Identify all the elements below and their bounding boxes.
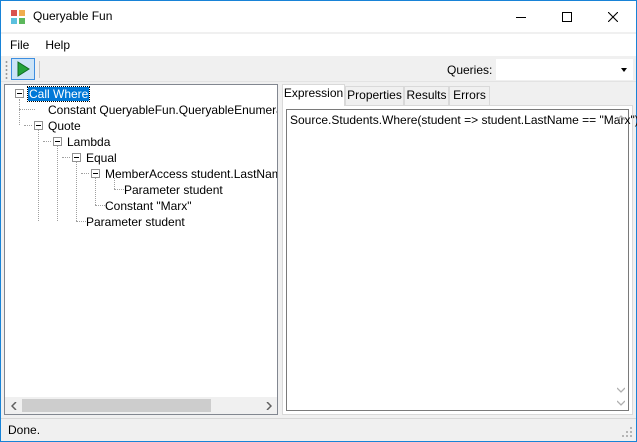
chevron-down-icon[interactable]: [621, 68, 627, 72]
tree-connector: [95, 178, 96, 205]
tree-node-parameter-student-inner[interactable]: Parameter student: [123, 182, 224, 198]
tab-errors[interactable]: Errors: [449, 86, 490, 105]
tree-node-label: Lambda: [67, 135, 111, 149]
tree-node-label: Constant QueryableFun.QueryableEnumerabl…: [48, 103, 277, 117]
scroll-up-button[interactable]: [615, 112, 627, 124]
main-window: Queryable Fun File Help Queries: Call Wh…: [0, 0, 637, 442]
menu-bar: File Help: [1, 34, 636, 56]
tree-node-parameter-student[interactable]: Parameter student: [85, 214, 186, 230]
tree-connector: [19, 99, 20, 125]
status-text: Done.: [8, 423, 41, 437]
tab-label: Errors: [453, 88, 486, 102]
tree-node-label: Call Where: [26, 86, 91, 102]
collapse-toggle-member-access[interactable]: [91, 169, 100, 178]
expression-text: Source.Students.Where(student => student…: [290, 113, 637, 127]
maximize-icon: [562, 11, 572, 22]
toolbar-grip[interactable]: [5, 60, 8, 79]
chevron-down-icon: [617, 400, 625, 406]
tree-node-label: Quote: [48, 119, 81, 133]
tree-node-label: Equal: [86, 151, 117, 165]
tab-results[interactable]: Results: [404, 86, 449, 105]
tree-connector: [38, 130, 39, 221]
tree-node-label: Parameter student: [124, 183, 223, 197]
scroll-left-button[interactable]: [5, 397, 22, 414]
tree-horizontal-scrollbar[interactable]: [5, 397, 277, 414]
menu-file[interactable]: File: [10, 34, 37, 56]
tree-node-quote[interactable]: Quote: [47, 118, 82, 134]
chevron-down-icon: [617, 387, 625, 393]
tab-expression[interactable]: Expression: [282, 84, 345, 106]
queries-dropdown[interactable]: [496, 59, 633, 80]
tab-strip: Expression Properties Results Errors: [282, 84, 633, 106]
close-icon: [608, 11, 618, 22]
scroll-down-button[interactable]: [615, 384, 627, 396]
tree-connector: [43, 141, 51, 142]
menu-help[interactable]: Help: [37, 34, 78, 56]
tree-connector: [81, 173, 89, 174]
chevron-right-icon: [265, 401, 272, 410]
details-panel: Expression Properties Results Errors Sou…: [282, 84, 637, 415]
tree-node-label: MemberAccess student.LastName: [105, 167, 278, 181]
expression-tree[interactable]: Call Where Constant QueryableFun.Queryab…: [4, 84, 278, 415]
tree-connector: [76, 162, 77, 221]
tree-connector: [62, 157, 70, 158]
tree-node-constant-queryable[interactable]: Constant QueryableFun.QueryableEnumerabl…: [47, 102, 277, 118]
collapse-toggle-call-where[interactable]: [15, 89, 24, 98]
toolbar: Queries:: [1, 57, 636, 82]
play-icon: [17, 61, 30, 77]
maximize-button[interactable]: [544, 1, 590, 32]
queries-label: Queries:: [447, 63, 493, 77]
tab-properties[interactable]: Properties: [345, 86, 404, 105]
status-bar: Done.: [1, 418, 636, 441]
toolbar-separator: [39, 61, 40, 78]
tree-node-call-where[interactable]: Call Where: [26, 86, 91, 102]
chevron-left-icon: [10, 401, 17, 410]
collapse-toggle-equal[interactable]: [72, 153, 81, 162]
title-bar[interactable]: Queryable Fun: [1, 1, 636, 32]
scroll-end-button[interactable]: [615, 397, 627, 409]
tree-node-label: Parameter student: [86, 215, 185, 229]
minimize-icon: [516, 16, 526, 18]
scroll-thumb[interactable]: [22, 399, 211, 412]
tab-label: Expression: [283, 86, 344, 100]
run-button[interactable]: [11, 58, 35, 80]
close-button[interactable]: [590, 1, 636, 32]
chevron-up-icon: [617, 115, 625, 121]
tree-node-member-access[interactable]: MemberAccess student.LastName: [104, 166, 278, 182]
tree-node-equal[interactable]: Equal: [85, 150, 118, 166]
tree-node-lambda[interactable]: Lambda: [66, 134, 111, 150]
collapse-toggle-lambda[interactable]: [53, 137, 62, 146]
app-icon: [11, 10, 25, 24]
tree-node-constant-marx[interactable]: Constant "Marx": [104, 198, 193, 214]
tab-label: Properties: [347, 88, 402, 102]
collapse-toggle-quote[interactable]: [34, 121, 43, 130]
tree-node-label: Constant "Marx": [105, 199, 192, 213]
tab-label: Results: [406, 88, 447, 102]
expression-tab-page: Source.Students.Where(student => student…: [282, 105, 637, 415]
tree-connector: [19, 109, 35, 110]
tree-connector: [57, 146, 58, 221]
minimize-button[interactable]: [498, 1, 544, 32]
resize-grip-icon[interactable]: [622, 427, 633, 438]
expression-textbox[interactable]: Source.Students.Where(student => student…: [286, 109, 637, 411]
scroll-right-button[interactable]: [260, 397, 277, 414]
tree-connector: [24, 125, 32, 126]
window-title: Queryable Fun: [33, 9, 113, 23]
